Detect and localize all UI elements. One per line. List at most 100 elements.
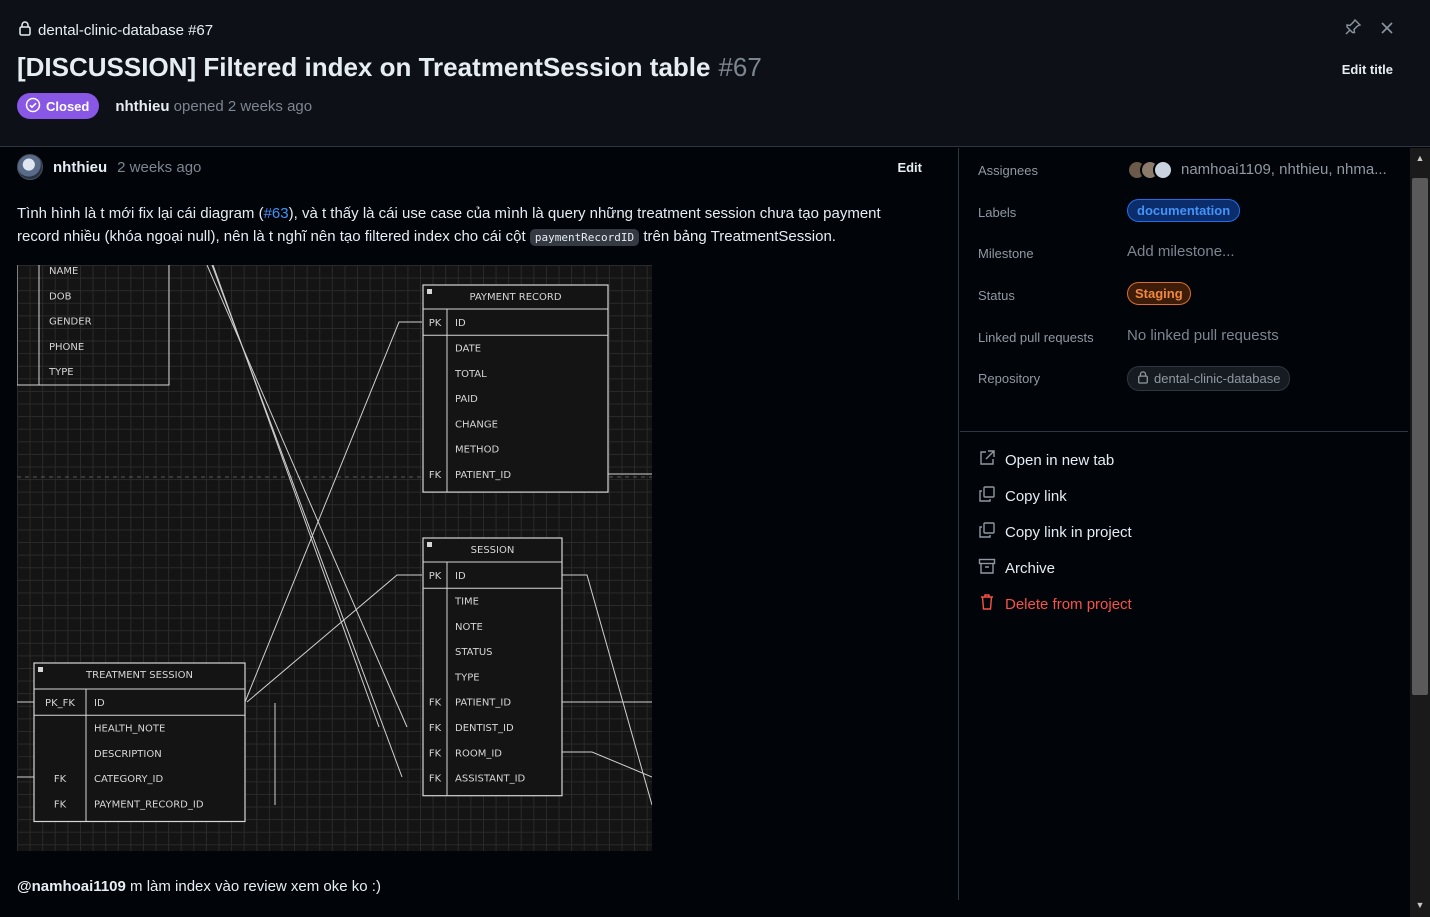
close-icon[interactable] [1380,19,1394,40]
archive-button[interactable]: Archive [978,557,1055,579]
avatar [1153,160,1173,180]
opened-text: opened 2 weeks ago [173,97,313,115]
repository-value[interactable]: dental-clinic-database [1127,366,1291,391]
er-table-title: PAYMENT RECORD [469,292,561,303]
er-field: HEALTH_NOTE [94,724,165,735]
er-field: ID [94,698,105,709]
scrollbar[interactable]: ▲ ▼ [1410,148,1430,917]
issue-link[interactable]: #63 [264,205,289,222]
copy-link-button[interactable]: Copy link [978,485,1067,507]
er-diagram: NAME DOB GENDER PHONE TYPE PAYMENT RECORD PK I… [17,265,652,823]
er-field: PAID [455,394,478,405]
status-staging[interactable]: Staging [1127,282,1191,305]
er-field: DENTIST_ID [455,723,514,734]
er-field: ASSISTANT_ID [455,774,526,785]
mention-line: @namhoai1109 m làm index vào review xem … [17,878,381,895]
er-field: DATE [455,344,481,355]
er-key: FK [429,774,442,785]
milestone-value[interactable]: Add milestone... [1127,243,1235,260]
repository-label: Repository [978,371,1041,386]
copy-link-in-project-button[interactable]: Copy link in project [978,521,1132,543]
panel-divider [958,148,959,900]
assignees-value[interactable]: namhoai1109, nhthieu, nhma... [1127,160,1387,180]
er-field: NOTE [455,622,483,633]
closed-badge-label: Closed [46,98,90,114]
er-field: STATUS [455,647,493,658]
copy-icon [978,485,996,507]
milestone-label: Milestone [978,246,1034,261]
er-table-title: SESSION [471,545,515,556]
external-link-icon [978,449,996,471]
mention-text: m làm index vào review xem oke ko :) [125,878,381,895]
opened-author[interactable]: nhthieu [115,98,169,115]
delete-from-project-button[interactable]: Delete from project [978,593,1132,615]
pin-icon[interactable] [1344,18,1362,41]
session-table: SESSION PK ID TIME NOTE STATUS TYPE FK PATIENT_I… [422,537,563,797]
issue-state-row: Closed nhthieu opened 2 weeks ago [17,93,312,119]
labels-value[interactable]: documentation [1127,199,1241,222]
repository-chip[interactable]: dental-clinic-database [1127,366,1291,391]
er-field: TYPE [454,672,480,683]
open-new-tab-button[interactable]: Open in new tab [978,449,1114,471]
er-key: FK [54,799,67,810]
status-label: Status [978,288,1015,303]
er-key: FK [54,774,67,785]
er-key: PK [429,571,442,582]
archive-icon [978,557,996,579]
mention-user[interactable]: @namhoai1109 [17,878,126,895]
er-field: CHANGE [455,419,498,430]
scroll-down-arrow-icon[interactable]: ▼ [1414,899,1426,911]
avatar[interactable] [17,154,43,180]
trash-icon [978,593,996,615]
assignee-avatars [1127,160,1173,180]
er-diagram-image: NAME DOB GENDER PHONE TYPE PAYMENT RECORD PK I… [17,265,652,851]
issue-number: #67 [718,52,762,82]
comment-header: nhthieu 2 weeks ago [17,154,201,180]
opened-info: nhthieu opened 2 weeks ago [115,98,312,115]
comment-time: 2 weeks ago [117,158,202,176]
er-table-marker [427,289,432,294]
linked-prs-label: Linked pull requests [978,330,1094,345]
er-field: TYPE [48,367,74,378]
er-field: PATIENT_ID [455,698,511,709]
er-key: FK [429,748,442,759]
edit-title-button[interactable]: Edit title [1342,62,1393,77]
comment-text: Tình hình là t mới fix lại cái diagram (… [17,202,927,249]
er-field: CATEGORY_ID [94,774,163,785]
scroll-up-arrow-icon[interactable]: ▲ [1414,152,1426,164]
comment-author[interactable]: nhthieu [53,159,107,176]
assignees-label: Assignees [978,163,1038,178]
repository-name: dental-clinic-database [1154,371,1281,386]
scroll-thumb[interactable] [1412,178,1428,695]
copy-icon [978,521,996,543]
er-field: DOB [49,291,72,302]
er-field: METHOD [455,445,499,456]
er-key: FK [429,470,442,481]
label-documentation[interactable]: documentation [1127,199,1241,222]
issue-title: [DISCUSSION] Filtered index on Treatment… [17,52,762,83]
issue-header: dental-clinic-database #67 [DISCUSSION] … [0,0,1430,147]
copy-link-label: Copy link [1005,487,1067,505]
er-field: GENDER [49,317,92,328]
repo-reference-text: dental-clinic-database #67 [38,21,214,39]
comment-text-3: trên bảng TreatmentSession. [639,228,836,245]
status-value[interactable]: Staging [1127,282,1191,305]
edit-comment-button[interactable]: Edit [897,160,922,175]
lock-icon [1137,370,1149,387]
sidebar-divider [960,431,1408,432]
repo-reference[interactable]: dental-clinic-database #67 [18,20,213,40]
delete-from-project-label: Delete from project [1005,595,1132,613]
issue-title-text: [DISCUSSION] Filtered index on Treatment… [17,52,711,82]
closed-check-icon [25,97,41,116]
er-field: PAYMENT_RECORD_ID [94,799,204,810]
er-field: ID [455,571,466,582]
er-field: PATIENT_ID [455,470,511,481]
linked-prs-value: No linked pull requests [1127,327,1279,344]
header-actions [1344,18,1394,41]
er-field: TIME [454,597,479,608]
comment-text-1: Tình hình là t mới fix lại cái diagram ( [17,205,264,222]
er-key: PK_FK [45,698,75,709]
person-table: NAME DOB GENDER PHONE TYPE [17,265,170,386]
er-table-marker [38,667,43,672]
inline-code: paymentRecordID [529,229,640,246]
